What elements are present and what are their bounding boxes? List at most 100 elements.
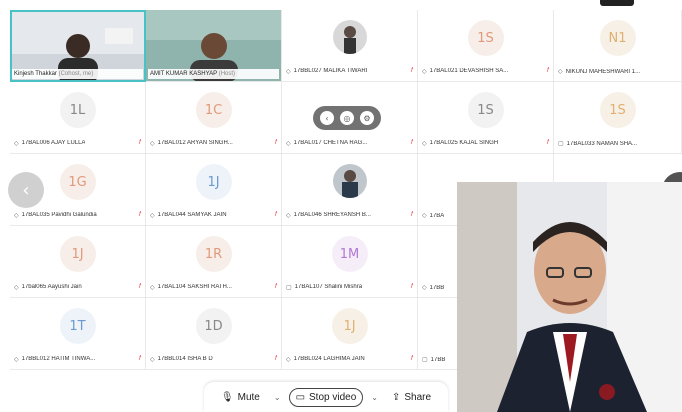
pip-person-photo <box>457 182 682 412</box>
signal-icon: ◇ <box>150 212 155 219</box>
mic-muted-icon: 𝑓 <box>410 67 413 74</box>
mic-muted-icon: 𝑓 <box>546 139 549 146</box>
participant-name: ◇ 17BBL014 ISHA B D 𝑓 <box>150 355 277 363</box>
participant-name: ◇ NIKUNJ MAHESHWARI 1... <box>558 68 641 76</box>
signal-icon: ◇ <box>150 356 155 363</box>
participant-tile[interactable]: 1J ◇ 17BAL044 SAMYAK JAIN 𝑓 <box>146 154 282 226</box>
participant-tile[interactable]: 1J ◇ 17BBL024 LAGHIMA JAIN 𝑓 <box>282 298 418 370</box>
participant-initials-avatar: 1D <box>195 308 232 344</box>
participant-initials-avatar: 1J <box>59 236 96 272</box>
mute-button[interactable]: 🎙 Mute <box>215 389 266 406</box>
participant-name: ◇ 17BBL024 LAGHIMA JAIN 𝑓 <box>286 355 413 363</box>
stop-video-button[interactable]: ▭ Stop video <box>288 387 364 407</box>
participant-name: ◇ 17BAL044 SAMYAK JAIN 𝑓 <box>150 211 277 219</box>
participant-name: ◇ 17BAL017 CHETNA RAG... 𝑓 <box>286 139 413 147</box>
participant-initials-avatar: 1C <box>195 92 232 128</box>
participant-name: ◇ 17BAL035 Pavidhi Galundia 𝑓 <box>14 211 141 219</box>
participant-tile[interactable]: 1D ◇ 17BBL014 ISHA B D 𝑓 <box>146 298 282 370</box>
signal-icon: ◇ <box>286 356 291 363</box>
mic-muted-icon: 𝑓 <box>138 283 141 290</box>
participant-initials-avatar: 1G <box>59 164 96 200</box>
mic-muted-icon: 𝑓 <box>274 139 277 146</box>
mic-muted-icon: 𝑓 <box>138 355 141 362</box>
participant-name: ◇ 17BAL006 AJAY LULLA 𝑓 <box>14 139 141 147</box>
participant-tile[interactable]: 1S ◇ 17BAL021 DEVASHISH SA... 𝑓 <box>418 10 554 82</box>
signal-icon: ◇ <box>558 69 563 75</box>
mic-muted-icon: 𝑓 <box>410 211 413 218</box>
share-icon: ⇪ <box>391 391 401 403</box>
participant-tile[interactable]: ◇ 17BBL027 MALIKA TIWARI 𝑓 <box>282 10 418 82</box>
window-tab-indicator <box>600 0 634 6</box>
tile-controls-pill[interactable]: ‹ ◎ ⚙ <box>313 106 381 130</box>
participant-avatar-photo <box>332 164 367 198</box>
signal-icon: ▢ <box>558 141 564 147</box>
participant-tile[interactable]: 1M ▢ 17BAL107 Shalini Mishra 𝑓 <box>282 226 418 298</box>
participant-tile[interactable]: ◇ 17BAL046 SHREYANSH B... 𝑓 <box>282 154 418 226</box>
participant-initials-avatar: 1R <box>195 236 232 272</box>
participant-initials-avatar: 1S <box>599 92 636 128</box>
participant-name: ◇ 17BBL012 HATIM TINWA... 𝑓 <box>14 355 141 363</box>
previous-page-button[interactable]: ‹ <box>8 172 44 208</box>
participant-tile[interactable]: 1C ◇ 17BAL012 ARYAN SINGH... 𝑓 <box>146 82 282 154</box>
participant-tile-amit[interactable]: AMIT KUMAR KASHYAP (Host) <box>146 10 282 82</box>
participant-name: ◇ 17BAL046 SHREYANSH B... 𝑓 <box>286 211 413 219</box>
chevron-left-icon: ‹ <box>22 179 30 201</box>
participant-tile[interactable]: 1L ◇ 17BAL006 AJAY LULLA 𝑓 <box>10 82 146 154</box>
video-camera-icon: ▭ <box>295 391 306 403</box>
participant-name: ▢ 17BAL033 NAMAN SHA... <box>558 140 638 148</box>
share-button[interactable]: ⇪ Share <box>386 389 437 406</box>
chevron-down-icon[interactable]: ⌄ <box>274 393 281 402</box>
participant-name: ◇ 17BAL104 SAKSHI RATH... 𝑓 <box>150 283 277 291</box>
mic-muted-icon: 𝑓 <box>410 283 413 290</box>
signal-icon: ◇ <box>422 213 427 219</box>
participant-tile[interactable]: 1J ◇ 17bal065 Aayushi Jain 𝑓 <box>10 226 146 298</box>
signal-icon: ▢ <box>422 357 428 363</box>
participant-name: ◇ 17BAL021 DEVASHISH SA... 𝑓 <box>422 67 549 75</box>
picture-in-picture-video <box>457 182 682 412</box>
signal-icon: ◇ <box>286 140 291 147</box>
participant-tile[interactable]: 1S ▢ 17BAL033 NAMAN SHA... <box>554 82 682 154</box>
signal-icon: ▢ <box>286 284 292 291</box>
participant-initials-avatar: N1 <box>599 20 636 56</box>
participant-name: ◇ 17BBL027 MALIKA TIWARI 𝑓 <box>286 67 413 75</box>
participant-name: ▢ 17BAL107 Shalini Mishra 𝑓 <box>286 283 413 291</box>
participant-initials-avatar: 1S <box>467 92 504 128</box>
signal-icon: ◇ <box>422 68 427 75</box>
signal-icon: ◇ <box>286 212 291 219</box>
prev-icon[interactable]: ‹ <box>320 111 334 125</box>
signal-icon: ◇ <box>14 284 19 291</box>
signal-icon: ◇ <box>14 356 19 363</box>
participant-initials-avatar: 1T <box>59 308 96 344</box>
participant-tile[interactable]: 1S ◇ 17BAL025 KAJAL SINGH 𝑓 <box>418 82 554 154</box>
signal-icon: ◇ <box>150 284 155 291</box>
mic-muted-icon: 𝑓 <box>274 355 277 362</box>
participant-tile[interactable]: 1T ◇ 17BBL012 HATIM TINWA... 𝑓 <box>10 298 146 370</box>
participant-name: ◇ 17BAL012 ARYAN SINGH... 𝑓 <box>150 139 277 147</box>
participant-name: AMIT KUMAR KASHYAP (Host) <box>148 69 279 79</box>
microphone-icon: 🎙 <box>220 391 234 403</box>
signal-icon: ◇ <box>422 140 427 147</box>
signal-icon: ◇ <box>14 212 19 219</box>
participant-tile[interactable]: 1R ◇ 17BAL104 SAKSHI RATH... 𝑓 <box>146 226 282 298</box>
mic-muted-icon: 𝑓 <box>138 211 141 218</box>
participant-tile[interactable]: N1 ◇ NIKUNJ MAHESHWARI 1... <box>554 10 682 82</box>
mic-muted-icon: 𝑓 <box>410 355 413 362</box>
chevron-down-icon[interactable]: ⌄ <box>371 393 378 402</box>
signal-icon: ◇ <box>14 140 19 147</box>
participant-name: ◇ 17BAL025 KAJAL SINGH 𝑓 <box>422 139 549 147</box>
meeting-toolbar: 🎙 Mute ⌄ ▭ Stop video ⌄ ⇪ Share <box>204 382 448 412</box>
participant-name: ◇ 17bal065 Aayushi Jain 𝑓 <box>14 283 141 291</box>
pin-icon[interactable]: ◎ <box>340 111 354 125</box>
participant-initials-avatar: 1S <box>467 20 504 56</box>
participant-initials-avatar: 1L <box>59 92 96 128</box>
participant-initials-avatar: 1J <box>331 308 368 344</box>
participant-tile-kinjesh[interactable]: Kinjesh Thakkar (Cohost, me) <box>10 10 146 82</box>
signal-icon: ◇ <box>286 68 291 75</box>
settings-icon[interactable]: ⚙ <box>360 111 374 125</box>
mic-muted-icon: 𝑓 <box>274 283 277 290</box>
participant-avatar-photo <box>332 20 367 54</box>
participant-initials-avatar: 1M <box>331 236 368 272</box>
participant-name: Kinjesh Thakkar (Cohost, me) <box>12 69 143 79</box>
mic-muted-icon: 𝑓 <box>274 211 277 218</box>
top-edge <box>0 0 682 8</box>
